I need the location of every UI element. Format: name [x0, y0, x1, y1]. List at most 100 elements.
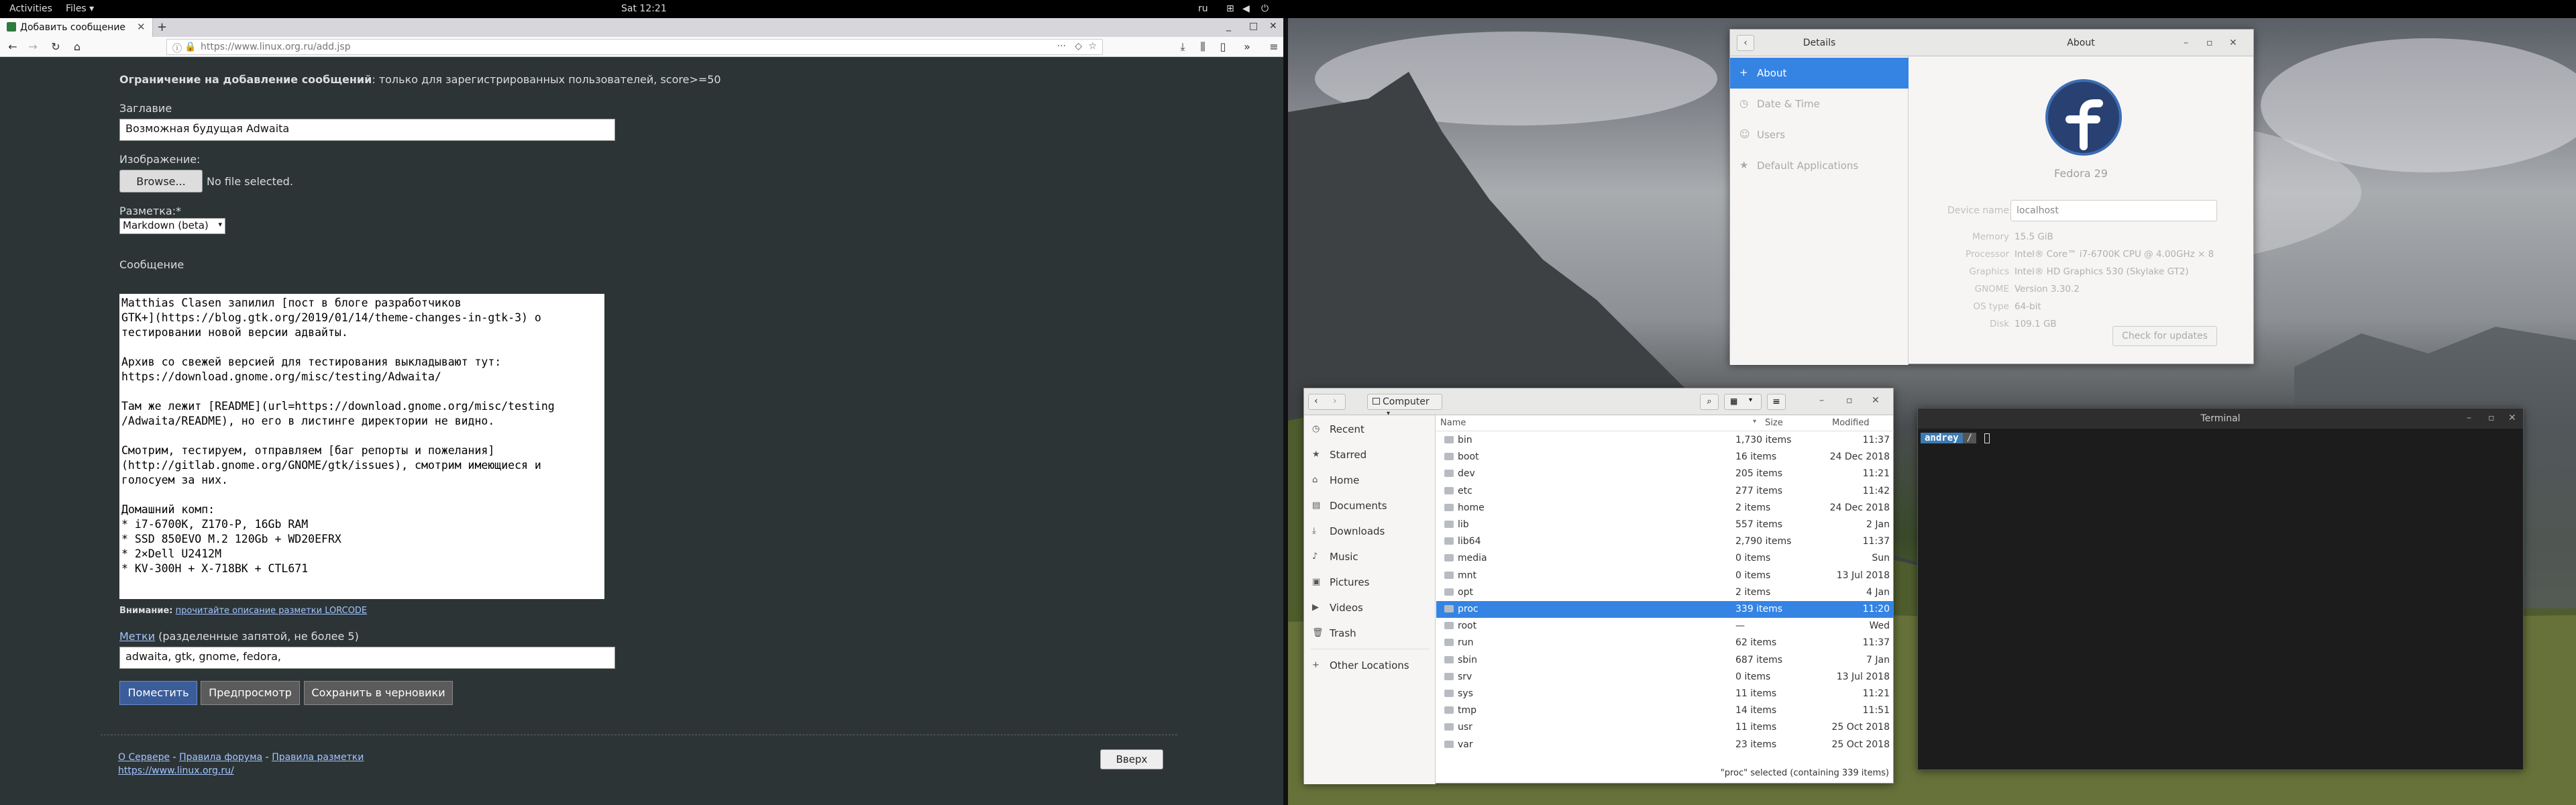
file-row[interactable]: var 23 items 25 Oct 2018	[1436, 737, 1894, 753]
power-icon[interactable]: ⏻	[1261, 3, 1269, 14]
save-draft-button[interactable]: Сохранить в черновики	[304, 681, 453, 705]
file-row[interactable]: sbin 687 items 7 Jan	[1436, 652, 1894, 669]
home-icon[interactable]: ⌂	[70, 40, 85, 54]
place-home[interactable]: ⌂ Home	[1304, 468, 1436, 493]
title-input[interactable]: Возможная будущая Adwaita	[119, 119, 615, 141]
file-row[interactable]: lib64 2,790 items 11:37	[1436, 533, 1894, 550]
lock-icon[interactable]: 🔒	[184, 42, 196, 52]
device-name-input[interactable]: localhost	[2010, 200, 2217, 221]
markup-description-link[interactable]: прочитайте описание разметки LORCODE	[176, 606, 368, 616]
sidebar-item-about[interactable]: + About	[1730, 58, 1909, 89]
tags-input[interactable]: adwaita, gtk, gnome, fedora,	[119, 647, 615, 669]
pocket-icon[interactable]: ◇	[1075, 41, 1082, 52]
file-row[interactable]: sys 11 items 11:21	[1436, 686, 1894, 702]
file-row[interactable]: srv 0 items 13 Jul 2018	[1436, 669, 1894, 686]
file-row[interactable]: lib 557 items 2 Jan	[1436, 517, 1894, 533]
url-bar[interactable]: ⓘ 🔒 https://www.linux.org.ru/add.jsp ···…	[166, 39, 1103, 55]
footer-url-link[interactable]: https://www.linux.org.ru/	[118, 765, 234, 776]
file-row[interactable]: home 2 items 24 Dec 2018	[1436, 500, 1894, 517]
new-tab-icon[interactable]: +	[157, 20, 167, 34]
file-row[interactable]: root — Wed	[1436, 618, 1894, 635]
view-options-icon[interactable]: ▾	[1749, 396, 1752, 404]
col-size[interactable]: Size	[1765, 418, 1783, 428]
footer-link-markup[interactable]: Правила разметки	[272, 752, 364, 763]
message-textarea[interactable]: Matthias Clasen запилил [пост в блоге ра…	[119, 294, 604, 599]
place-pictures[interactable]: ▣ Pictures	[1304, 570, 1436, 595]
close-window-icon[interactable]: ✕	[2229, 38, 2237, 48]
downloads-icon[interactable]: ⤓	[1175, 40, 1190, 54]
place-videos[interactable]: ▶ Videos	[1304, 595, 1436, 621]
file-row[interactable]: tmp 14 items 11:51	[1436, 702, 1894, 719]
file-row[interactable]: dev 205 items 11:21	[1436, 466, 1894, 482]
folder-icon	[1444, 503, 1454, 511]
overflow-icon[interactable]: »	[1240, 40, 1254, 54]
file-row[interactable]: bin 1,730 items 11:37	[1436, 432, 1894, 449]
file-row[interactable]: etc 277 items 11:42	[1436, 483, 1894, 500]
minimize-icon[interactable]: –	[1819, 395, 1824, 406]
col-modified[interactable]: Modified	[1832, 418, 1869, 428]
footer-link-rules[interactable]: Правила форума	[179, 752, 262, 763]
maximize-icon[interactable]: ▫	[2488, 413, 2495, 423]
reload-icon[interactable]: ↻	[48, 40, 63, 54]
activities-button[interactable]: Activities	[9, 3, 52, 14]
minimize-icon[interactable]: –	[2467, 413, 2471, 423]
post-button[interactable]: Поместить	[119, 681, 197, 705]
grid-view-icon[interactable]: ▦	[1730, 396, 1737, 406]
file-row[interactable]: opt 2 items 4 Jan	[1436, 584, 1894, 601]
file-row[interactable]: mnt 0 items 13 Jul 2018	[1436, 568, 1894, 584]
close-window-icon[interactable]: ✕	[1872, 395, 1880, 406]
place-documents[interactable]: ▤ Documents	[1304, 493, 1436, 519]
note-prefix: Внимание:	[119, 606, 173, 616]
place-starred[interactable]: ★ Starred	[1304, 442, 1436, 468]
back-icon[interactable]: ‹	[1314, 396, 1318, 407]
place-downloads[interactable]: ⤓ Downloads	[1304, 519, 1436, 544]
bookmark-star-icon[interactable]: ☆	[1088, 41, 1097, 52]
hamburger-menu-icon[interactable]: ≡	[1767, 394, 1786, 410]
back-icon[interactable]: ←	[5, 40, 20, 54]
col-name[interactable]: Name	[1440, 418, 1466, 428]
sidebar-item-default-apps[interactable]: ★ Default Applications	[1730, 150, 1909, 181]
network-icon[interactable]: ⊞	[1226, 3, 1234, 14]
menu-icon[interactable]: ≡	[1267, 40, 1281, 54]
place-recent[interactable]: ◷ Recent	[1304, 417, 1436, 442]
footer-link-about[interactable]: О Сервере	[118, 752, 170, 763]
maximize-icon[interactable]: □	[1249, 21, 1258, 32]
file-row[interactable]: proc 339 items 11:20	[1436, 601, 1894, 618]
maximize-icon[interactable]: ▫	[2206, 38, 2213, 48]
close-window-icon[interactable]: ✕	[1269, 21, 1277, 32]
tags-link[interactable]: Метки	[119, 630, 155, 643]
top-button[interactable]: Вверх	[1100, 749, 1163, 769]
forward-icon[interactable]: →	[25, 40, 40, 54]
minimize-icon[interactable]: _	[1226, 21, 1231, 32]
browse-button[interactable]: Browse...	[119, 170, 203, 193]
close-window-icon[interactable]: ✕	[2508, 413, 2516, 423]
place-music[interactable]: ♪ Music	[1304, 544, 1436, 570]
terminal-body[interactable]: andrey /	[1918, 429, 2523, 769]
clock[interactable]: Sat 12:21	[621, 3, 667, 14]
sidebar-item-users[interactable]: ☺ Users	[1730, 119, 1909, 150]
info-icon[interactable]: ⓘ	[172, 42, 182, 55]
file-row[interactable]: media 0 items Sun	[1436, 550, 1894, 567]
volume-icon[interactable]: ◀	[1242, 3, 1250, 14]
markup-select[interactable]: Markdown (beta) ▾	[119, 218, 225, 234]
location-button[interactable]: Computer ▾	[1367, 394, 1442, 417]
place-other-locations[interactable]: + Other Locations	[1304, 653, 1436, 678]
forward-icon[interactable]: ›	[1333, 396, 1337, 407]
files-app-menu[interactable]: Files ▾	[66, 3, 94, 14]
tab-add-message[interactable]: Добавить сообщение ✕	[0, 18, 153, 37]
check-updates-button[interactable]: Check for updates	[2112, 326, 2217, 346]
library-icon[interactable]: ⫼	[1195, 40, 1210, 54]
sidebar-item-date-time[interactable]: ◷ Date & Time	[1730, 89, 1909, 119]
file-row[interactable]: run 62 items 11:37	[1436, 635, 1894, 651]
keyboard-layout[interactable]: ru	[1198, 3, 1208, 14]
minimize-icon[interactable]: –	[2184, 38, 2188, 48]
preview-button[interactable]: Предпросмотр	[201, 681, 300, 705]
maximize-icon[interactable]: ▫	[1846, 395, 1853, 406]
sidebar-icon[interactable]: ▯	[1216, 40, 1230, 54]
place-trash[interactable]: 🗑 Trash	[1304, 621, 1436, 646]
search-icon[interactable]: ⌕	[1700, 394, 1719, 410]
close-tab-icon[interactable]: ✕	[137, 21, 146, 33]
file-row[interactable]: boot 16 items 24 Dec 2018	[1436, 449, 1894, 466]
page-actions-icon[interactable]: ···	[1057, 41, 1066, 52]
file-row[interactable]: usr 11 items 25 Oct 2018	[1436, 719, 1894, 736]
